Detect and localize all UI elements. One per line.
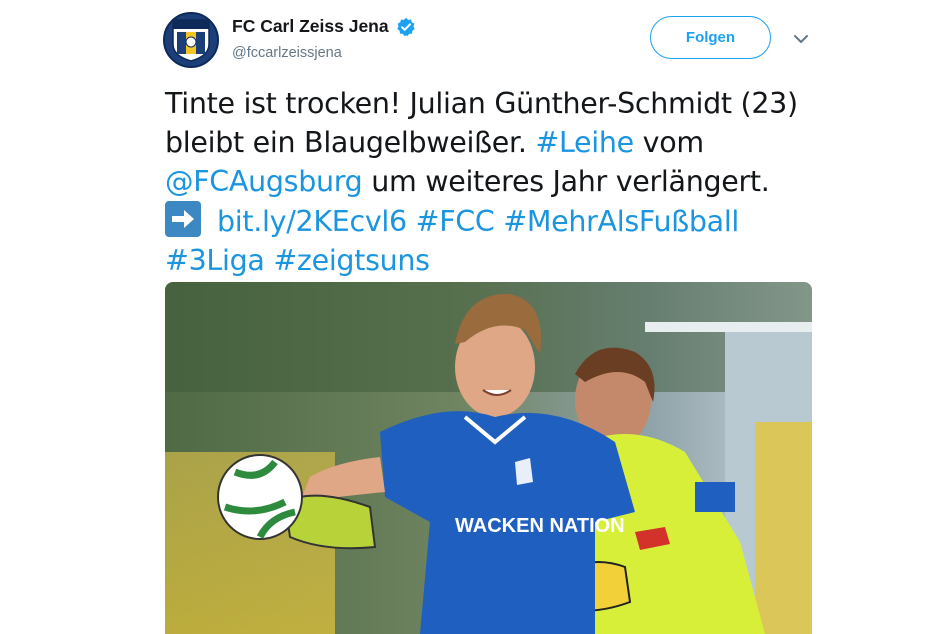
avatar[interactable] xyxy=(163,12,219,68)
tweet-text-segment: bleibt ein Blaugelbweißer. xyxy=(165,126,536,159)
follow-button[interactable]: Folgen xyxy=(650,16,771,59)
account-handle[interactable]: @fccarlzeissjena xyxy=(232,45,342,61)
hashtag-fcc-link[interactable]: #FCC xyxy=(416,205,495,238)
hashtag-3liga-link[interactable]: #3Liga xyxy=(165,244,265,277)
tweet-text-segment: vom xyxy=(633,126,704,159)
tweet-photo[interactable]: WACKEN NATION xyxy=(165,282,812,634)
hashtag-leihe-link[interactable]: #Leihe xyxy=(535,126,634,159)
short-url-link[interactable]: bit.ly/2KEcvl6 xyxy=(217,205,407,238)
tweet-line-5: #3Liga #zeigtsuns xyxy=(165,241,855,280)
verified-badge-icon xyxy=(396,17,415,36)
hashtag-mehralsfussball-link[interactable]: #MehrAlsFußball xyxy=(503,205,739,238)
tweet-text-segment: um weiteres Jahr verlängert. xyxy=(362,165,770,198)
club-crest-icon xyxy=(172,19,210,62)
tweet-line-3: @FCAugsburg um weiteres Jahr verlängert. xyxy=(165,162,855,201)
jersey-sponsor-text: WACKEN NATION xyxy=(455,515,625,537)
hashtag-zeigtsuns-link[interactable]: #zeigtsuns xyxy=(273,244,430,277)
display-name[interactable]: FC Carl Zeiss Jena xyxy=(232,16,389,37)
tweet-line-4: bit.ly/2KEcvl6 #FCC #MehrAlsFußball xyxy=(165,201,855,241)
tweet-line-1: Tinte ist trocken! Julian Günther-Schmid… xyxy=(165,87,798,120)
mention-fcaugsburg-link[interactable]: @FCAugsburg xyxy=(165,165,363,198)
tweet-line-2: bleibt ein Blaugelbweißer. #Leihe vom xyxy=(165,123,855,162)
football-players-photo: WACKEN NATION xyxy=(165,282,812,634)
right-arrow-emoji-icon xyxy=(165,201,201,237)
tweet-text: Tinte ist trocken! Julian Günther-Schmid… xyxy=(165,84,855,280)
account-name-row: FC Carl Zeiss Jena xyxy=(232,16,416,37)
chevron-down-icon[interactable] xyxy=(791,30,811,48)
